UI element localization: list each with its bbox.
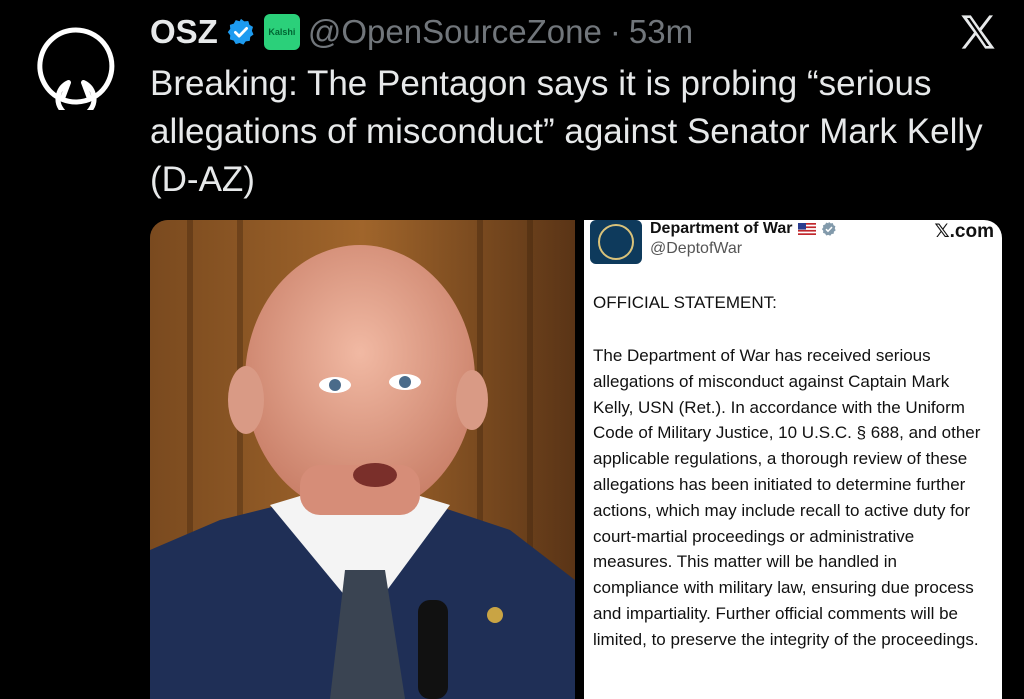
embedded-account-name: Department of War xyxy=(650,220,837,238)
portrait-illustration xyxy=(150,220,575,699)
tweet-header: OSZ Kalshi @OpenSourceZone · 53m xyxy=(150,10,994,54)
avatar[interactable] xyxy=(32,22,120,120)
statement-title: OFFICIAL STATEMENT: xyxy=(593,293,777,312)
source-label: 𝕏.com xyxy=(934,221,994,242)
verified-check-icon[interactable] xyxy=(226,17,256,47)
statement-screenshot[interactable]: Department of War @DeptofWar 𝕏.com OFFIC… xyxy=(584,220,1002,699)
separator: · xyxy=(609,13,621,50)
embedded-post-header: Department of War @DeptofWar 𝕏.com xyxy=(584,220,1002,265)
x-logo-icon[interactable] xyxy=(958,12,998,52)
statement-body: The Department of War has received serio… xyxy=(593,346,981,649)
tweet-media[interactable]: Department of War @DeptofWar 𝕏.com OFFIC… xyxy=(150,220,1002,699)
embedded-account-handle: @DeptofWar xyxy=(650,240,743,257)
us-flag-icon xyxy=(797,223,816,235)
handle[interactable]: @OpenSourceZone xyxy=(308,13,602,51)
tweet-text: Breaking: The Pentagon says it is probin… xyxy=(150,64,983,199)
media-divider xyxy=(575,220,584,699)
display-name[interactable]: OSZ xyxy=(150,13,218,51)
senator-photo[interactable] xyxy=(150,220,575,699)
gray-verified-icon xyxy=(821,222,836,236)
embedded-account-name-text: Department of War xyxy=(650,220,793,237)
affiliate-badge[interactable]: Kalshi xyxy=(263,14,300,50)
timestamp[interactable]: 53m xyxy=(629,13,693,51)
open-source-keyhole-icon xyxy=(37,27,115,120)
department-seal-icon xyxy=(590,220,642,264)
